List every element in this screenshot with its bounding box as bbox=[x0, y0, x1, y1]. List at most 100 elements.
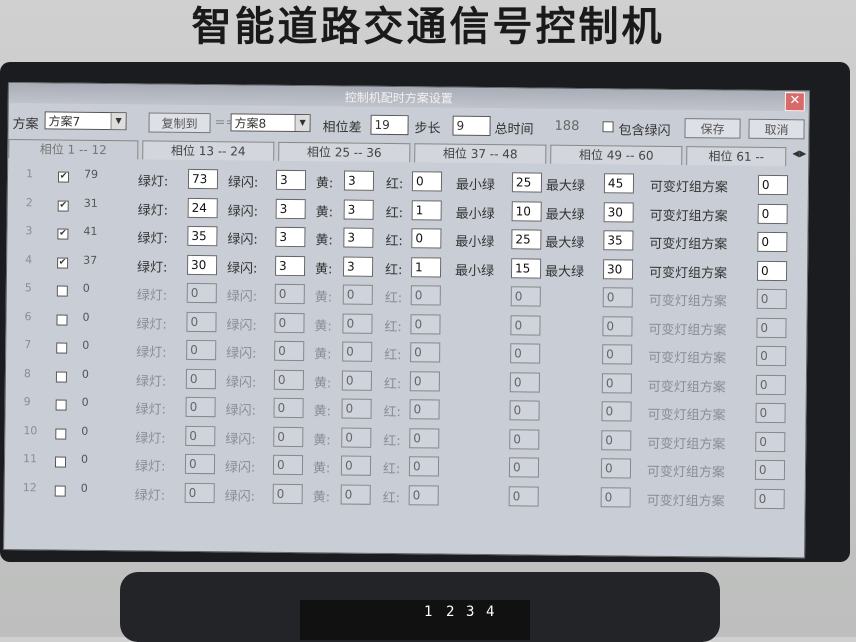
green-flash-input[interactable]: 3 bbox=[275, 198, 306, 219]
variable-group-input[interactable]: 0 bbox=[757, 231, 788, 253]
variable-group-input[interactable]: 0 bbox=[756, 288, 787, 310]
variable-group-input[interactable]: 0 bbox=[756, 260, 788, 281]
max-green-input[interactable]: 35 bbox=[603, 230, 634, 251]
red-input[interactable]: 0 bbox=[409, 427, 440, 449]
green-flash-input[interactable]: 0 bbox=[273, 426, 304, 447]
cancel-button[interactable]: 取消 bbox=[748, 118, 805, 140]
variable-group-input[interactable]: 0 bbox=[755, 402, 786, 424]
include-flash-checkbox[interactable] bbox=[602, 121, 614, 133]
red-input[interactable]: 0 bbox=[410, 313, 441, 335]
key-3[interactable]: 3 bbox=[466, 604, 474, 620]
max-green-input[interactable]: 0 bbox=[602, 315, 633, 337]
max-green-input[interactable]: 0 bbox=[601, 372, 632, 394]
yellow-input[interactable]: 3 bbox=[343, 170, 375, 191]
phase-enable-checkbox[interactable]: ✔ bbox=[57, 228, 69, 240]
green-flash-input[interactable]: 0 bbox=[274, 340, 305, 362]
phase-enable-checkbox[interactable]: ✔ bbox=[57, 200, 69, 212]
yellow-input[interactable]: 3 bbox=[343, 199, 374, 220]
scheme-select[interactable]: 方案7 ▼ bbox=[44, 111, 127, 131]
max-green-input[interactable]: 30 bbox=[603, 201, 634, 223]
key-4[interactable]: 4 bbox=[486, 604, 494, 620]
green-input[interactable]: 0 bbox=[184, 453, 216, 475]
variable-group-input[interactable]: 0 bbox=[754, 488, 785, 509]
max-green-input[interactable]: 0 bbox=[602, 287, 633, 308]
max-green-input[interactable]: 0 bbox=[601, 401, 632, 422]
min-green-input[interactable]: 0 bbox=[510, 343, 541, 364]
green-flash-input[interactable]: 0 bbox=[274, 312, 305, 333]
tab-phase-1-12[interactable]: 相位 1 -- 12 bbox=[8, 139, 139, 160]
min-green-input[interactable]: 0 bbox=[510, 286, 541, 307]
green-flash-input[interactable]: 0 bbox=[273, 397, 304, 419]
max-green-input[interactable]: 45 bbox=[603, 173, 635, 194]
green-input[interactable]: 35 bbox=[187, 225, 218, 247]
variable-group-input[interactable]: 0 bbox=[756, 345, 787, 367]
tab-phase-25-36[interactable]: 相位 25 -- 36 bbox=[278, 141, 411, 163]
phase-enable-checkbox[interactable] bbox=[54, 485, 66, 497]
red-input[interactable]: 0 bbox=[408, 456, 440, 477]
min-green-input[interactable]: 0 bbox=[509, 428, 540, 450]
red-input[interactable]: 0 bbox=[411, 171, 443, 192]
max-green-input[interactable]: 0 bbox=[600, 458, 632, 479]
green-flash-input[interactable]: 0 bbox=[273, 369, 305, 390]
phase-enable-checkbox[interactable] bbox=[54, 456, 67, 468]
yellow-input[interactable]: 0 bbox=[340, 484, 371, 505]
green-input[interactable]: 73 bbox=[187, 168, 219, 190]
green-input[interactable]: 30 bbox=[186, 254, 218, 275]
red-input[interactable]: 0 bbox=[411, 228, 442, 249]
green-flash-input[interactable]: 3 bbox=[274, 255, 306, 276]
phase-enable-checkbox[interactable] bbox=[55, 399, 67, 411]
green-input[interactable]: 24 bbox=[187, 197, 218, 218]
tab-phase-61[interactable]: 相位 61 -- bbox=[686, 146, 787, 167]
green-flash-input[interactable]: 3 bbox=[275, 226, 306, 248]
min-green-input[interactable]: 25 bbox=[511, 229, 542, 250]
variable-group-input[interactable]: 0 bbox=[757, 203, 788, 224]
green-flash-input[interactable]: 0 bbox=[272, 483, 303, 504]
min-green-input[interactable]: 0 bbox=[509, 400, 540, 421]
green-input[interactable]: 0 bbox=[184, 482, 215, 503]
yellow-input[interactable]: 0 bbox=[342, 284, 373, 305]
min-green-input[interactable]: 0 bbox=[509, 371, 540, 393]
min-green-input[interactable]: 0 bbox=[508, 457, 540, 478]
green-input[interactable]: 0 bbox=[186, 339, 217, 361]
target-scheme-select[interactable]: 方案8 ▼ bbox=[230, 113, 311, 133]
red-input[interactable]: 0 bbox=[408, 484, 439, 506]
max-green-input[interactable]: 0 bbox=[601, 429, 632, 451]
phase-enable-checkbox[interactable]: ✔ bbox=[57, 257, 69, 269]
max-green-input[interactable]: 0 bbox=[602, 344, 633, 365]
green-flash-input[interactable]: 3 bbox=[275, 169, 307, 191]
yellow-input[interactable]: 0 bbox=[341, 370, 373, 391]
green-input[interactable]: 0 bbox=[186, 282, 217, 304]
yellow-input[interactable]: 0 bbox=[342, 341, 373, 362]
phase-enable-checkbox[interactable] bbox=[56, 314, 68, 326]
tab-scroll-arrows-icon[interactable]: ◀▶ bbox=[792, 149, 806, 159]
green-flash-input[interactable]: 0 bbox=[274, 283, 305, 305]
phase-enable-checkbox[interactable] bbox=[55, 428, 67, 440]
yellow-input[interactable]: 3 bbox=[342, 256, 374, 277]
min-green-input[interactable]: 0 bbox=[508, 485, 539, 507]
yellow-input[interactable]: 0 bbox=[340, 455, 372, 476]
step-input[interactable]: 9 bbox=[452, 115, 491, 137]
red-input[interactable]: 0 bbox=[409, 370, 440, 392]
tab-phase-49-60[interactable]: 相位 49 -- 60 bbox=[550, 144, 683, 166]
yellow-input[interactable]: 3 bbox=[343, 227, 374, 248]
min-green-input[interactable]: 0 bbox=[510, 314, 541, 336]
yellow-input[interactable]: 0 bbox=[341, 427, 372, 448]
phase-diff-input[interactable]: 19 bbox=[370, 114, 409, 136]
green-input[interactable]: 0 bbox=[185, 425, 216, 446]
min-green-input[interactable]: 25 bbox=[511, 172, 543, 193]
phase-enable-checkbox[interactable] bbox=[55, 371, 67, 383]
red-input[interactable]: 0 bbox=[410, 342, 441, 363]
green-input[interactable]: 0 bbox=[186, 311, 217, 332]
max-green-input[interactable]: 0 bbox=[600, 486, 631, 508]
red-input[interactable]: 0 bbox=[409, 399, 440, 420]
save-button[interactable]: 保存 bbox=[684, 118, 741, 139]
tab-phase-37-48[interactable]: 相位 37 -- 48 bbox=[414, 143, 547, 164]
green-input[interactable]: 0 bbox=[185, 396, 216, 418]
tab-phase-13-24[interactable]: 相位 13 -- 24 bbox=[142, 140, 275, 161]
variable-group-input[interactable]: 0 bbox=[755, 431, 786, 452]
variable-group-input[interactable]: 0 bbox=[756, 317, 787, 338]
variable-group-input[interactable]: 0 bbox=[754, 459, 786, 481]
red-input[interactable]: 0 bbox=[410, 285, 441, 306]
green-input[interactable]: 0 bbox=[185, 368, 217, 389]
phase-enable-checkbox[interactable] bbox=[56, 285, 68, 297]
